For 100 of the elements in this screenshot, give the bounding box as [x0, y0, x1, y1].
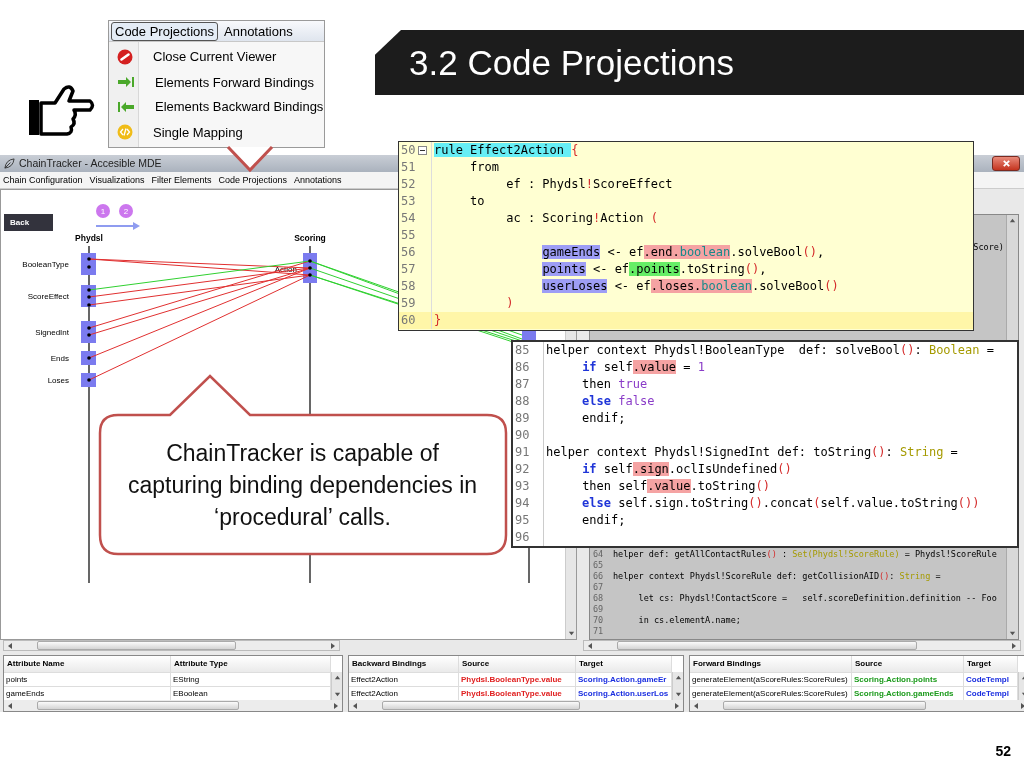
line-number: 71 — [592, 626, 605, 638]
callout-text: ChainTracker is capable of capturing binding dependencies in ‘procedural’ calls. — [126, 439, 479, 532]
column-header[interactable]: Attribute Type — [171, 656, 331, 672]
code-line: then true — [581, 377, 648, 391]
line-number: 90 — [513, 427, 544, 444]
code-line: let cs: Phydsl!ContactScore = self.scoreDefinition.definition -- Foo — [637, 593, 997, 605]
element-label: SignedInt — [35, 327, 69, 337]
code-text: self — [603, 360, 633, 374]
menu-bar-item[interactable]: Visualizations — [89, 174, 145, 185]
column-header[interactable]: Backward Bindings — [349, 656, 459, 672]
code-text: () — [755, 479, 770, 493]
line-number: 66 — [592, 571, 605, 583]
horizontal-scrollbar[interactable] — [690, 700, 1024, 711]
line-number: 96 — [513, 529, 544, 546]
highlighted-code: userLoses — [542, 279, 608, 293]
scroll-up-icon[interactable] — [674, 674, 682, 681]
element-node[interactable] — [81, 252, 96, 275]
code-line: helper def: getAllContactRules() : Set(Phydsl!ScoreRule) = Phydsl!ScoreRule — [613, 549, 997, 561]
scroll-thumb[interactable] — [37, 641, 236, 651]
vertical-scrollbar[interactable] — [672, 672, 683, 700]
horizontal-scrollbar[interactable] — [3, 640, 340, 652]
horizontal-scrollbar[interactable] — [583, 640, 1021, 652]
scroll-thumb[interactable] — [617, 641, 917, 651]
vertical-scrollbar[interactable] — [331, 672, 342, 700]
column-header[interactable]: Target — [576, 656, 672, 672]
binding-dot — [308, 259, 312, 263]
scroll-left-icon[interactable] — [6, 641, 14, 650]
scroll-left-icon[interactable] — [692, 701, 700, 710]
scroll-left-icon[interactable] — [586, 641, 594, 650]
code-line: ) — [505, 296, 514, 310]
code-text: <- ef — [592, 262, 630, 276]
scroll-right-icon[interactable] — [332, 701, 340, 710]
menu-item[interactable]: Elements Forward Bindings — [109, 74, 324, 90]
close-icon[interactable] — [1001, 159, 1011, 168]
column-header[interactable]: Source — [459, 656, 576, 672]
menu-bar-item[interactable]: Code Projections — [218, 174, 287, 185]
scroll-thumb[interactable] — [37, 701, 239, 710]
column-header[interactable]: Source — [852, 656, 964, 672]
scroll-right-icon[interactable] — [329, 641, 337, 650]
menu-item[interactable]: Elements Backward Bindings — [109, 99, 324, 115]
line-number: 57 — [400, 261, 417, 278]
line-number: 55 — [400, 227, 417, 244]
arrow-right-icon — [117, 76, 135, 89]
scroll-right-icon[interactable] — [1010, 641, 1018, 650]
code-text: <- ef — [607, 245, 644, 259]
highlighted-code: .value — [647, 479, 691, 493]
code-text: .solveBool — [751, 279, 825, 293]
scroll-left-icon[interactable] — [351, 701, 359, 710]
code-text: () — [744, 262, 760, 276]
highlighted-code: .end. — [643, 245, 680, 259]
slide-title: 3.2 Code Projections — [409, 42, 734, 83]
element-label: Loses — [47, 375, 69, 385]
horizontal-scrollbar[interactable] — [349, 700, 683, 711]
menu-tab[interactable]: Annotations — [220, 21, 297, 41]
menu-bar-item[interactable]: Chain Configuration — [3, 174, 83, 185]
code-text: () — [824, 279, 839, 293]
code-line: in cs.elementA.name; — [637, 615, 741, 627]
close-button[interactable] — [992, 156, 1020, 171]
line-number: 91 — [513, 444, 544, 461]
code-text: , — [816, 245, 825, 259]
line-number: 92 — [513, 461, 544, 478]
line-number: 85 — [513, 342, 544, 359]
element-label: ScoreEffect — [27, 291, 69, 301]
binding-dot — [87, 326, 91, 330]
line-number: 51 — [400, 159, 417, 176]
scroll-thumb[interactable] — [382, 701, 580, 710]
code-text: 1 — [697, 360, 705, 374]
horizontal-scrollbar[interactable] — [4, 700, 342, 711]
scroll-thumb[interactable] — [723, 701, 926, 710]
scroll-left-icon[interactable] — [6, 701, 14, 710]
code-text: then self — [582, 479, 648, 493]
code-text: <- ef — [614, 279, 651, 293]
code-line: ac : Scoring!Action ( — [505, 211, 658, 225]
column-header[interactable]: Forward Bindings — [690, 656, 852, 672]
scroll-up-icon[interactable] — [333, 674, 341, 681]
column-header[interactable]: Attribute Name — [4, 656, 171, 672]
scroll-right-icon[interactable] — [673, 701, 681, 710]
scroll-up-icon[interactable] — [1009, 216, 1016, 224]
collapse-icon[interactable] — [418, 146, 427, 155]
menu-tab[interactable]: Code Projections — [111, 21, 218, 41]
highlighted-code: boolean — [679, 245, 731, 259]
code-line: ef : Phydsl!ScoreEffect — [505, 177, 673, 191]
back-button[interactable]: Back — [4, 213, 53, 231]
menu-item[interactable]: Single Mapping — [109, 124, 324, 141]
code-text: () — [777, 462, 792, 476]
highlighted-code: gameEnds — [542, 245, 601, 259]
menu-bar-item[interactable]: Annotations — [294, 174, 342, 185]
scroll-down-icon[interactable] — [674, 691, 682, 698]
line-number: 89 — [513, 410, 544, 427]
line-number: 86 — [513, 359, 544, 376]
column-header[interactable]: Target — [964, 656, 1018, 672]
menu-bar-item[interactable]: Filter Elements — [151, 174, 212, 185]
menu-item[interactable]: Close Current Viewer — [109, 48, 324, 65]
scroll-down-icon[interactable] — [333, 691, 341, 698]
arrow-left-icon — [117, 100, 135, 113]
pointing-hand-icon — [28, 84, 96, 136]
scroll-right-icon[interactable] — [1019, 701, 1024, 710]
code-line: from — [469, 160, 500, 174]
scroll-down-icon[interactable] — [1009, 630, 1016, 638]
scroll-down-icon[interactable] — [567, 630, 575, 638]
